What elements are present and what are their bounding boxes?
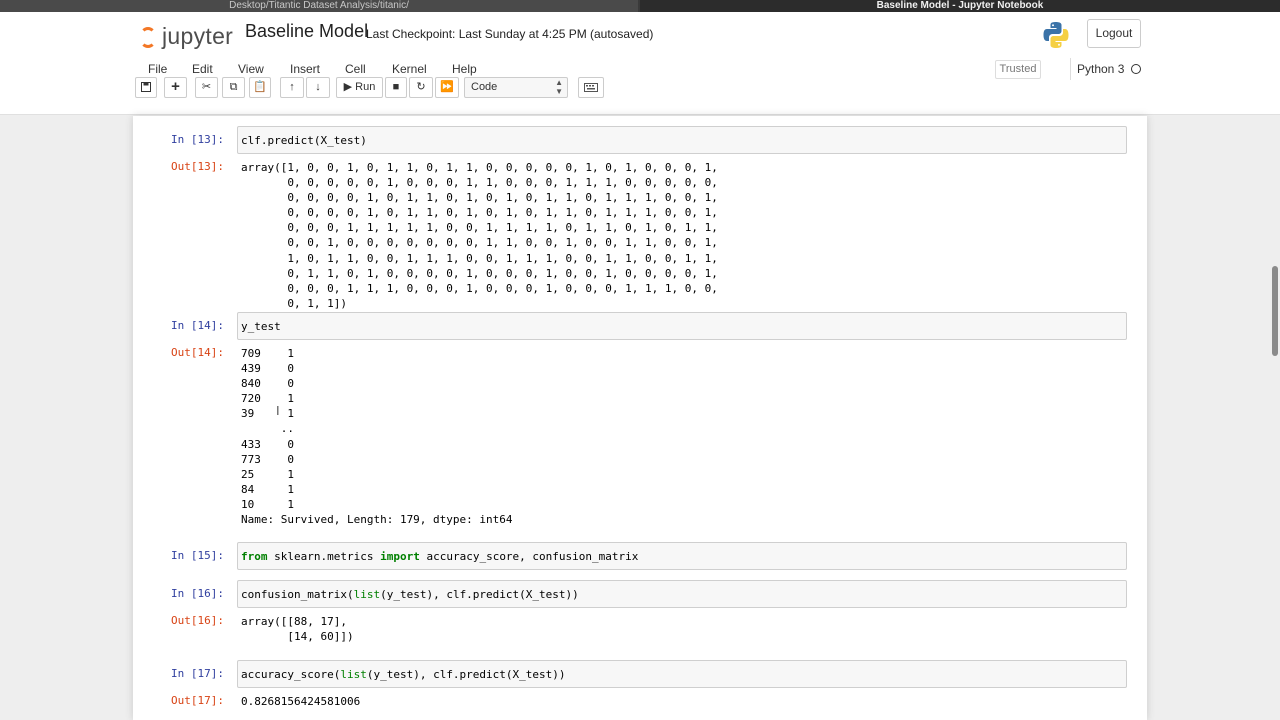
move-up-button[interactable]: ↑ <box>280 77 304 98</box>
copy-icon: ⧉ <box>229 81 238 93</box>
cell-output: 709 1 439 0 840 0 720 1 39 1 .. 433 0 77… <box>241 347 513 527</box>
move-down-icon: ↓ <box>315 81 321 93</box>
paste-button[interactable]: 📋 <box>249 77 271 98</box>
builtin-list: list <box>340 668 367 681</box>
scrollbar-thumb[interactable] <box>1272 266 1278 356</box>
keyword-import: import <box>380 550 420 563</box>
page-scrollbar[interactable] <box>1268 116 1280 720</box>
add-cell-icon: + <box>171 78 180 95</box>
stop-icon: ■ <box>392 81 400 93</box>
notebook-container: In [13]: clf.predict(X_test) Out[13]: ar… <box>133 116 1147 720</box>
code-fragment: confusion_matrix( <box>241 588 354 601</box>
cell-output: 0.8268156424581006 <box>241 695 361 708</box>
restart-run-all-button[interactable]: ⏩ <box>435 77 459 98</box>
code-text: clf.predict(X_test) <box>241 134 367 147</box>
code-text: accuracy_score(list(y_test), clf.predict… <box>241 668 566 681</box>
command-palette-button[interactable] <box>578 77 604 98</box>
text-cursor-icon: I <box>276 403 280 418</box>
paste-icon: 📋 <box>253 81 267 93</box>
code-input[interactable]: clf.predict(X_test) <box>237 126 1127 154</box>
fast-forward-icon: ⏩ <box>440 81 454 93</box>
code-input[interactable]: from sklearn.metrics import accuracy_sco… <box>237 542 1127 570</box>
output-prompt: Out[13]: <box>171 160 224 173</box>
cut-icon: ✂ <box>201 81 212 93</box>
code-input[interactable]: y_test <box>237 312 1127 340</box>
input-prompt: In [14]: <box>171 319 224 332</box>
code-fragment: accuracy_score( <box>241 668 341 681</box>
cell-output: array([[88, 17], [14, 60]]) <box>241 615 354 644</box>
code-text: y_test <box>241 320 281 333</box>
select-arrows-icon: ▲ ▼ <box>555 78 563 96</box>
code-input[interactable]: accuracy_score(list(y_test), clf.predict… <box>237 660 1127 688</box>
move-up-icon: ↑ <box>289 81 295 93</box>
add-cell-button[interactable]: + <box>164 77 187 98</box>
output-prompt: Out[16]: <box>171 614 224 627</box>
code-text: confusion_matrix(list(y_test), clf.predi… <box>241 588 579 601</box>
import-names: accuracy_score, confusion_matrix <box>419 550 639 563</box>
keyword-from: from <box>241 550 268 563</box>
code-text: from sklearn.metrics import accuracy_sco… <box>241 550 638 563</box>
cut-button[interactable]: ✂ <box>195 77 218 98</box>
builtin-list: list <box>353 588 381 601</box>
copy-button[interactable]: ⧉ <box>222 77 245 98</box>
cell-output: array([1, 0, 0, 1, 0, 1, 1, 0, 1, 1, 0, … <box>241 161 718 310</box>
input-prompt: In [16]: <box>171 587 224 600</box>
move-down-button[interactable]: ↓ <box>306 77 330 98</box>
restart-button[interactable]: ↻ <box>409 77 433 98</box>
output-prompt: Out[14]: <box>171 346 224 359</box>
output-prompt: Out[17]: <box>171 694 224 707</box>
cell-type-value: Code <box>471 81 498 93</box>
code-input[interactable]: confusion_matrix(list(y_test), clf.predi… <box>237 580 1127 608</box>
keyboard-icon <box>584 83 598 92</box>
module-name: sklearn.metrics <box>267 550 381 563</box>
restart-icon: ↻ <box>416 81 426 93</box>
input-prompt: In [13]: <box>171 133 224 146</box>
interrupt-button[interactable]: ■ <box>385 77 407 98</box>
run-button[interactable]: ▶︎ Run <box>336 77 383 98</box>
cell-type-select[interactable]: Code ▲ ▼ <box>464 77 568 98</box>
save-button[interactable] <box>135 77 157 98</box>
code-fragment: (y_test), clf.predict(X_test)) <box>380 588 579 601</box>
save-icon <box>141 82 151 92</box>
input-prompt: In [15]: <box>171 549 224 562</box>
notebook-header: jupyter Baseline Model Last Checkpoint: … <box>0 12 1280 115</box>
input-prompt: In [17]: <box>171 667 224 680</box>
run-label: Run <box>355 81 376 93</box>
code-fragment: (y_test), clf.predict(X_test)) <box>366 668 566 681</box>
run-icon: ▶︎ <box>343 81 353 93</box>
